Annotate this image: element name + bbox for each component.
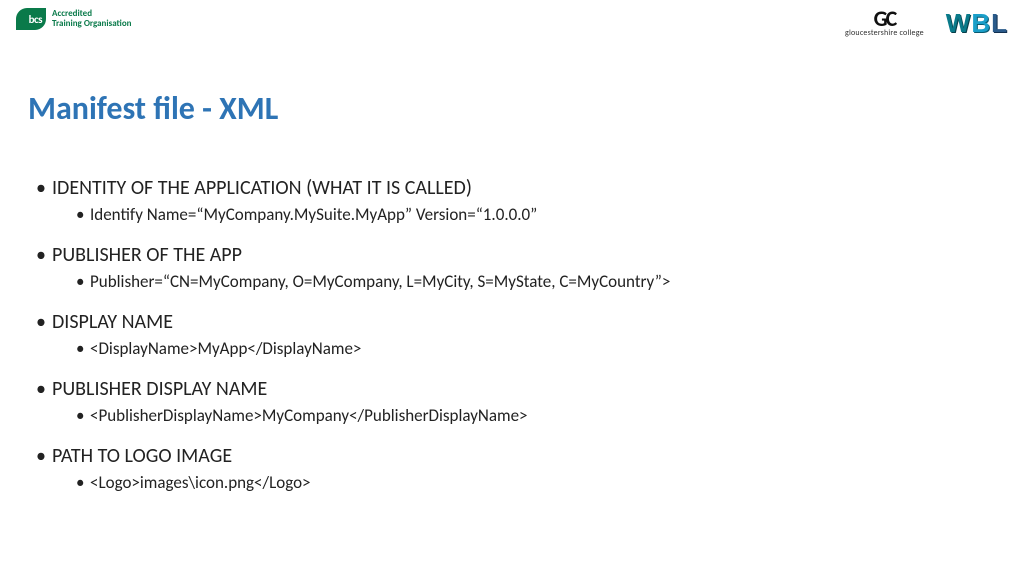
sub-list: Identify Name=“MyCompany.MySuite.MyApp” … (52, 204, 996, 225)
list-item: PATH TO LOGO IMAGE <Logo>images\icon.png<… (36, 444, 996, 493)
sub-list: Publisher=“CN=MyCompany, O=MyCompany, L=… (52, 271, 996, 292)
sub-item: <DisplayName>MyApp</DisplayName> (76, 338, 996, 359)
wbl-b: B (971, 8, 991, 38)
gc-subtitle: gloucestershire college (845, 28, 924, 38)
page-title: Manifest file - XML (28, 89, 996, 128)
sub-list: <PublisherDisplayName>MyCompany</Publish… (52, 405, 996, 426)
item-heading: IDENTITY OF THE APPLICATION (WHAT IT IS … (52, 176, 996, 200)
sub-item: <Logo>images\icon.png</Logo> (76, 472, 996, 493)
list-item: PUBLISHER DISPLAY NAME <PublisherDisplayN… (36, 377, 996, 426)
header: bcs Accredited Training Organisation GC … (0, 0, 1024, 39)
sub-item: <PublisherDisplayName>MyCompany</Publish… (76, 405, 996, 426)
bcs-line2: Training Organisation (52, 19, 131, 29)
list-item: PUBLISHER OF THE APP Publisher=“CN=MyComp… (36, 243, 996, 292)
item-heading: PUBLISHER OF THE APP (52, 243, 996, 267)
sub-item: Publisher=“CN=MyCompany, O=MyCompany, L=… (76, 271, 996, 292)
wbl-logo: WBL (946, 8, 1008, 39)
item-heading: DISPLAY NAME (52, 310, 996, 334)
bullet-list: IDENTITY OF THE APPLICATION (WHAT IT IS … (28, 176, 996, 493)
bcs-mark-icon: bcs (16, 8, 46, 30)
bcs-logo: bcs Accredited Training Organisation (16, 8, 131, 30)
gc-mark: GC (845, 9, 924, 29)
bcs-mark-text: bcs (29, 13, 42, 26)
gc-logo: GC gloucestershire college (845, 9, 924, 39)
list-item: DISPLAY NAME <DisplayName>MyApp</DisplayN… (36, 310, 996, 359)
bcs-tagline: Accredited Training Organisation (52, 9, 131, 29)
item-heading: PUBLISHER DISPLAY NAME (52, 377, 996, 401)
sub-list: <Logo>images\icon.png</Logo> (52, 472, 996, 493)
wbl-l: L (991, 8, 1008, 38)
item-heading: PATH TO LOGO IMAGE (52, 444, 996, 468)
wbl-w: W (946, 8, 972, 38)
list-item: IDENTITY OF THE APPLICATION (WHAT IT IS … (36, 176, 996, 225)
sub-list: <DisplayName>MyApp</DisplayName> (52, 338, 996, 359)
slide-content: Manifest file - XML IDENTITY OF THE APPL… (0, 39, 1024, 493)
sub-item: Identify Name=“MyCompany.MySuite.MyApp” … (76, 204, 996, 225)
right-logos: GC gloucestershire college WBL (845, 8, 1008, 39)
